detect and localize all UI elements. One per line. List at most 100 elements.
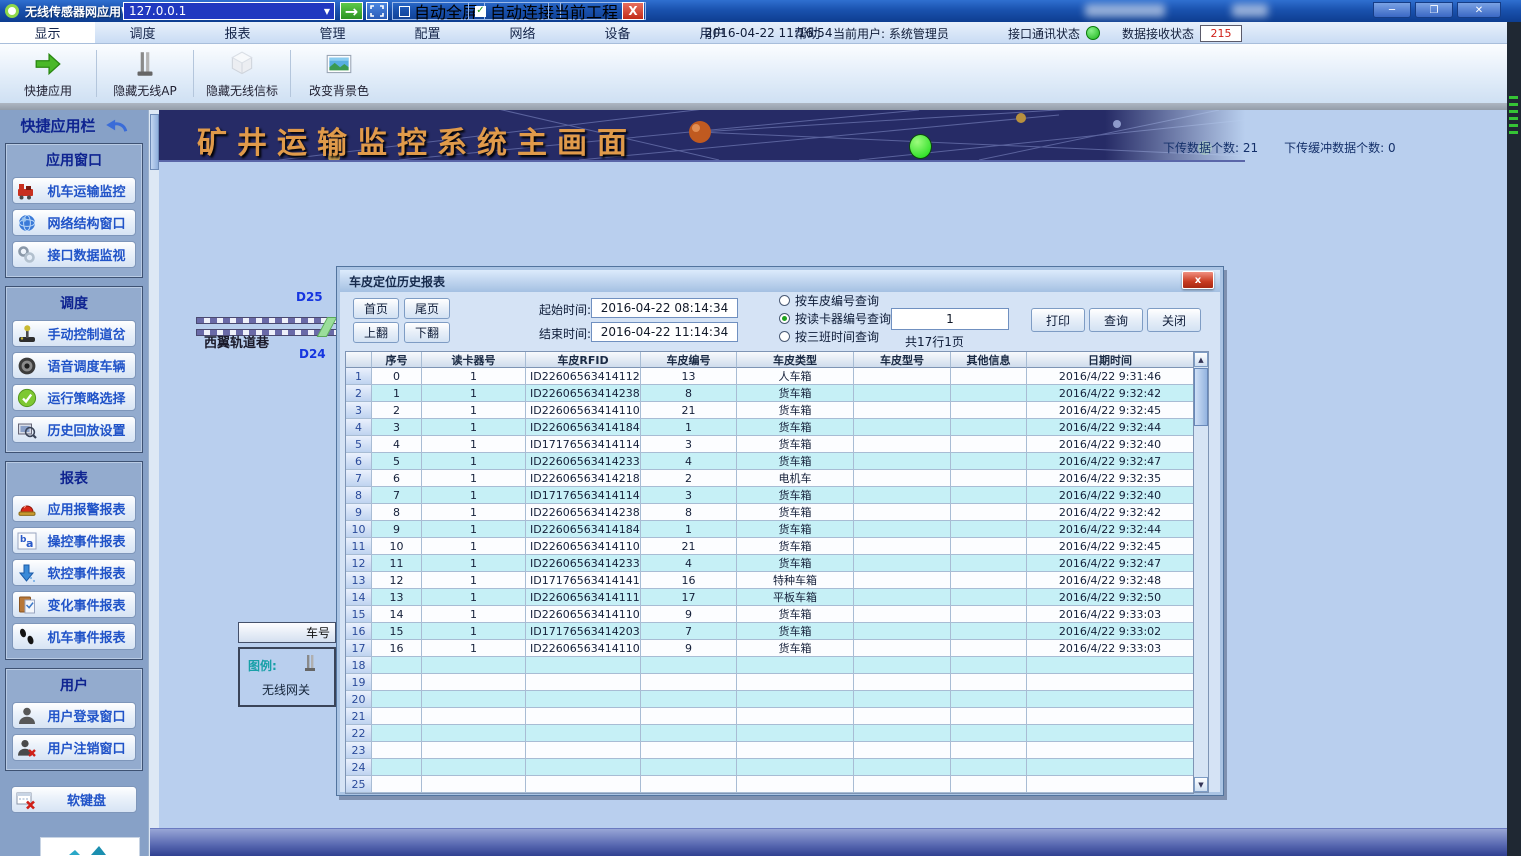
window-close-button[interactable]: ✕ [1457, 2, 1501, 18]
query-number-input[interactable]: 1 [891, 308, 1009, 330]
table-row[interactable]: 871ID17176563414114…3货车箱2016/4/22 9:32:4… [346, 487, 1194, 504]
menu-item-0[interactable]: 显示 [0, 22, 95, 43]
sidebar-partial-button[interactable] [40, 837, 140, 856]
table-row[interactable]: 13121ID17176563414141…16特种车箱2016/4/22 9:… [346, 572, 1194, 589]
sidebar-item-4-0[interactable]: 软键盘 [11, 786, 137, 813]
table-row[interactable]: 12111ID22606563414233…4货车箱2016/4/22 9:32… [346, 555, 1194, 572]
sidebar-scrollbar-thumb[interactable] [150, 114, 159, 170]
radio-option-1[interactable]: 按读卡器编号查询 [779, 310, 891, 326]
sidebar-item-0-2[interactable]: 接口数据监视 [12, 241, 136, 268]
column-header-4[interactable]: 车皮类型 [737, 352, 854, 368]
start-time-field[interactable]: 2016-04-22 08:14:34 [591, 298, 738, 318]
legend-label: 图例: [248, 657, 277, 674]
table-row[interactable]: 321ID22606563414110…21货车箱2016/4/22 9:32:… [346, 402, 1194, 419]
table-cell [951, 606, 1027, 623]
end-time-field[interactable]: 2016-04-22 11:14:34 [591, 322, 738, 342]
sidebar-item-2-0[interactable]: 应用报警报表 [12, 495, 136, 522]
nav-button-3[interactable]: 下翻 [404, 322, 450, 343]
table-row[interactable]: 14131ID22606563414111…17平板车箱2016/4/22 9:… [346, 589, 1194, 606]
dialog-action-0[interactable]: 打印 [1031, 308, 1085, 332]
dialog-action-2[interactable]: 关闭 [1147, 308, 1201, 332]
sidebar-item-1-2[interactable]: 运行策略选择 [12, 384, 136, 411]
sidebar-item-1-3[interactable]: 历史回放设置 [12, 416, 136, 443]
menu-item-6[interactable]: 设备 [570, 22, 665, 43]
radio-option-0[interactable]: 按车皮编号查询 [779, 292, 879, 308]
sidebar-item-0-1[interactable]: 网络结构窗口 [12, 209, 136, 236]
table-row[interactable]: 651ID22606563414233…4货车箱2016/4/22 9:32:4… [346, 453, 1194, 470]
address-combobox[interactable]: 127.0.0.1 ▼ [123, 2, 335, 20]
table-row[interactable]: 21 [346, 708, 1194, 725]
window-restore-button[interactable]: ❐ [1415, 2, 1453, 18]
column-header-5[interactable]: 车皮型号 [854, 352, 951, 368]
sidebar-item-2-2[interactable]: 软控事件报表 [12, 559, 136, 586]
auto-connect-checkbox[interactable]: ✓ [475, 6, 486, 17]
table-row[interactable]: 16151ID17176563414203…7货车箱2016/4/22 9:33… [346, 623, 1194, 640]
column-header-7[interactable]: 日期时间 [1027, 352, 1194, 368]
menu-item-5[interactable]: 网络 [475, 22, 570, 43]
table-row[interactable]: 23 [346, 742, 1194, 759]
radio-icon[interactable] [779, 331, 790, 342]
sidebar-item-1-1[interactable]: 语音调度车辆 [12, 352, 136, 379]
toolbar-button-3[interactable]: 改变背景色 [291, 44, 387, 103]
fullscreen-expand-button[interactable] [366, 2, 388, 20]
column-header-6[interactable]: 其他信息 [951, 352, 1027, 368]
table-row[interactable]: 981ID22606563414238…8货车箱2016/4/22 9:32:4… [346, 504, 1194, 521]
scroll-up-icon[interactable]: ▲ [1194, 352, 1208, 367]
sidebar-scrollbar[interactable] [148, 110, 159, 856]
table-row[interactable]: 25 [346, 776, 1194, 793]
sidebar-item-2-3[interactable]: 变化事件报表 [12, 591, 136, 618]
collapse-back-icon[interactable] [104, 117, 128, 133]
sidebar-item-1-0[interactable]: 手动控制道岔 [12, 320, 136, 347]
menu-item-2[interactable]: 报表 [190, 22, 285, 43]
scroll-down-icon[interactable]: ▼ [1194, 777, 1208, 792]
radio-icon[interactable] [779, 295, 790, 306]
nav-button-0[interactable]: 首页 [353, 298, 399, 319]
sidebar-item-0-0[interactable]: 机车运输监控 [12, 177, 136, 204]
table-row[interactable]: 20 [346, 691, 1194, 708]
sidebar-item-2-1[interactable]: ba操控事件报表 [12, 527, 136, 554]
table-row[interactable]: 24 [346, 759, 1194, 776]
nav-button-1[interactable]: 尾页 [404, 298, 450, 319]
table-scrollbar[interactable]: ▲ ▼ [1193, 351, 1209, 793]
column-header-0[interactable]: 序号 [372, 352, 422, 368]
connect-go-button[interactable]: → [340, 2, 363, 20]
nav-button-2[interactable]: 上翻 [353, 322, 399, 343]
table-row[interactable]: 22 [346, 725, 1194, 742]
window-minimize-button[interactable]: ─ [1373, 2, 1411, 18]
column-header-1[interactable]: 读卡器号 [422, 352, 526, 368]
table-row[interactable]: 211ID22606563414238…8货车箱2016/4/22 9:32:4… [346, 385, 1194, 402]
radio-option-2[interactable]: 按三班时间查询 [779, 328, 879, 344]
radio-icon[interactable] [779, 313, 790, 324]
toolbar-button-2[interactable]: 隐藏无线信标 [194, 44, 290, 103]
stop-close-button[interactable]: X [622, 2, 644, 20]
column-header-2[interactable]: 车皮RFID [526, 352, 641, 368]
dialog-action-1[interactable]: 查询 [1089, 308, 1143, 332]
table-row[interactable]: 101ID22606563414112…13人车箱2016/4/22 9:31:… [346, 368, 1194, 385]
table-row[interactable]: 1091ID22606563414184…1货车箱2016/4/22 9:32:… [346, 521, 1194, 538]
table-row[interactable]: 18 [346, 657, 1194, 674]
column-header-3[interactable]: 车皮编号 [641, 352, 737, 368]
redacted-text [1085, 4, 1165, 17]
table-row[interactable]: 761ID22606563414218…2电机车2016/4/22 9:32:3… [346, 470, 1194, 487]
sidebar-item-2-4[interactable]: 机车事件报表 [12, 623, 136, 650]
table-scrollbar-thumb[interactable] [1194, 368, 1208, 426]
menu-item-1[interactable]: 调度 [95, 22, 190, 43]
auto-fullscreen-checkbox[interactable] [399, 6, 410, 17]
table-cell: 2016/4/22 9:32:35 [1027, 470, 1194, 487]
table-row[interactable]: 19 [346, 674, 1194, 691]
table-row[interactable]: 11101ID22606563414110…21货车箱2016/4/22 9:3… [346, 538, 1194, 555]
toolbar-button-0[interactable]: 快捷应用 [0, 44, 96, 103]
toolbar-button-1[interactable]: 隐藏无线AP [97, 44, 193, 103]
table-row[interactable]: 431ID22606563414184…1货车箱2016/4/22 9:32:4… [346, 419, 1194, 436]
menu-item-4[interactable]: 配置 [380, 22, 475, 43]
chevron-down-icon[interactable]: ▼ [320, 7, 334, 16]
table-row[interactable]: 541ID17176563414114…3货车箱2016/4/22 9:32:4… [346, 436, 1194, 453]
table-row[interactable]: 17161ID22606563414110…9货车箱2016/4/22 9:33… [346, 640, 1194, 657]
dialog-titlebar[interactable]: 车皮定位历史报表 [340, 270, 1220, 292]
table-row[interactable]: 15141ID22606563414110…9货车箱2016/4/22 9:33… [346, 606, 1194, 623]
wireless-gateway-label: 无线网关 [262, 681, 310, 698]
dialog-close-button[interactable]: x [1182, 271, 1214, 289]
menu-item-3[interactable]: 管理 [285, 22, 380, 43]
sidebar-item-3-1[interactable]: 用户注销窗口 [12, 734, 136, 761]
sidebar-item-3-0[interactable]: 用户登录窗口 [12, 702, 136, 729]
